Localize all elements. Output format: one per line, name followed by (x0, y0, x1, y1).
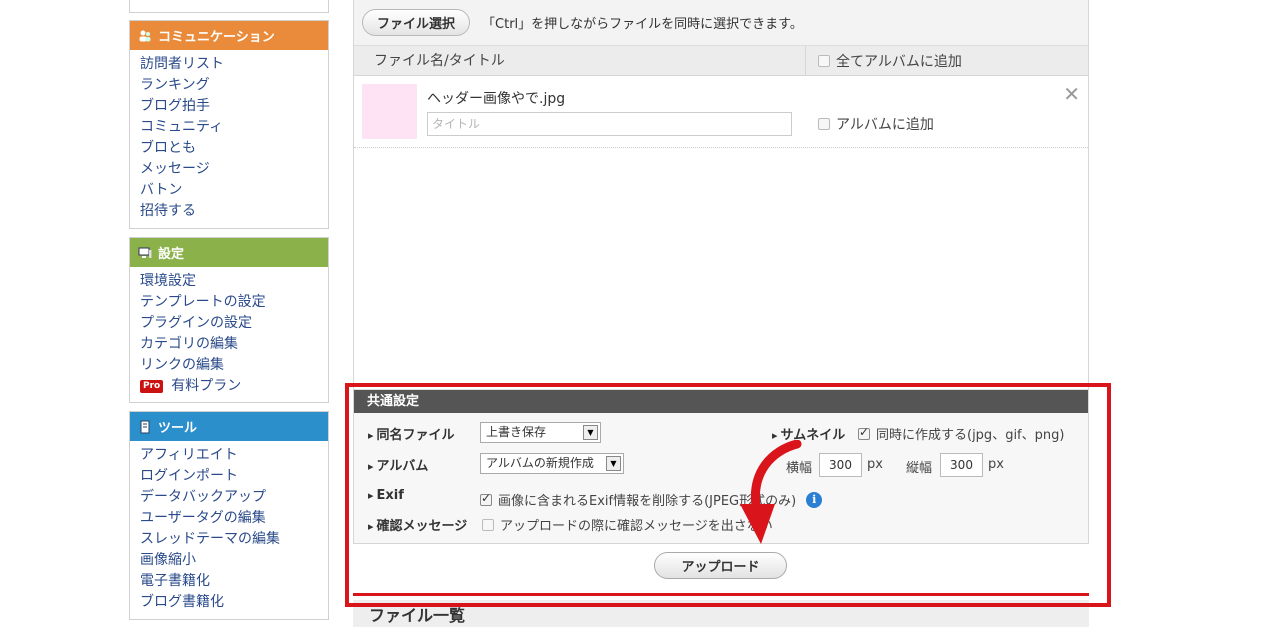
file-table-header: ファイル名/タイトル 全てアルバムに追加 (354, 45, 1088, 76)
sidebar-item-blog-clap[interactable]: ブログ拍手 (140, 96, 328, 117)
sidebar-item-log-import[interactable]: ログインポート (140, 466, 328, 487)
album-add-checkbox[interactable] (818, 118, 830, 130)
sidebar-item-template[interactable]: テンプレートの設定 (140, 292, 328, 313)
file-row: ヘッダー画像やで.jpg アルバムに追加 ✕ (354, 76, 1088, 148)
upload-button[interactable]: アップロード (654, 552, 787, 579)
sidebar-settings-header: 設定 (130, 238, 328, 267)
file-thumbnail (362, 84, 417, 139)
sidebar-item-blog-book[interactable]: ブログ書籍化 (140, 592, 328, 613)
sidebar-tools-header: ツール (130, 412, 328, 441)
album-label: アルバム (368, 455, 429, 474)
filename-column-header: ファイル名/タイトル (354, 45, 806, 76)
sidebar-item-burotomo[interactable]: ブロとも (140, 138, 328, 159)
thumbnail-option-label: 同時に作成する(jpg、gif、png) (876, 428, 1065, 443)
thumbnail-option: 同時に作成する(jpg、gif、png) (858, 424, 1064, 443)
confirm-label: 確認メッセージ (368, 515, 468, 534)
sidebar-item-environment[interactable]: 環境設定 (140, 271, 328, 292)
sidebar-tools-title: ツール (158, 421, 198, 436)
people-icon (138, 29, 152, 43)
same-name-value: 上書き保存 (486, 425, 547, 439)
curved-arrow-icon (740, 440, 802, 544)
sidebar-item-data-backup[interactable]: データバックアップ (140, 487, 328, 508)
album-all-checkbox[interactable] (818, 54, 830, 67)
album-select[interactable]: アルバムの新規作成 ▼ (480, 453, 624, 474)
album-add-label: アルバムに追加 (836, 117, 934, 133)
confirm-checkbox[interactable] (482, 518, 494, 531)
pro-badge: Pro (140, 379, 164, 393)
same-name-label: 同名ファイル (368, 424, 455, 443)
sidebar-item-plugin[interactable]: プラグインの設定 (140, 313, 328, 334)
sidebar-settings-list: 環境設定 テンプレートの設定 プラグインの設定 カテゴリの編集 リンクの編集 P… (130, 267, 328, 401)
highlight-underline (353, 593, 1089, 596)
sidebar-item-ranking[interactable]: ランキング (140, 75, 328, 96)
sidebar-item-affiliate[interactable]: アフィリエイト (140, 445, 328, 466)
album-value: アルバムの新規作成 (486, 456, 594, 470)
sidebar-item-visitors[interactable]: 訪問者リスト (140, 54, 328, 75)
sidebar-item-invite[interactable]: 招待する (140, 201, 328, 222)
file-list-title: ファイル一覧 (369, 606, 466, 625)
height-label: 縦幅 (906, 461, 933, 476)
sidebar-communication: コミュニケーション 訪問者リスト ランキング ブログ拍手 コミュニティ ブロとも… (129, 20, 329, 229)
dropdown-arrow-icon: ▼ (606, 456, 621, 471)
sidebar-communication-list: 訪問者リスト ランキング ブログ拍手 コミュニティ ブロとも メッセージ バトン… (130, 50, 328, 226)
sidebar-item-user-tags[interactable]: ユーザータグの編集 (140, 508, 328, 529)
album-all-label: 全てアルバムに追加 (836, 53, 962, 70)
height-input[interactable]: 300 (940, 453, 983, 477)
file-title-input[interactable] (427, 112, 792, 136)
file-name: ヘッダー画像やで.jpg (427, 91, 566, 107)
common-settings-header: 共通設定 (354, 390, 1088, 413)
sidebar-tools: ツール アフィリエイト ログインポート データバックアップ ユーザータグの編集 … (129, 411, 329, 620)
sidebar-item-message[interactable]: メッセージ (140, 159, 328, 180)
sidebar-tools-list: アフィリエイト ログインポート データバックアップ ユーザータグの編集 スレッド… (130, 441, 328, 617)
sidebar-item-baton[interactable]: バトン (140, 180, 328, 201)
upload-panel: ファイル選択 「Ctrl」を押しながらファイルを同時に選択できます。 ファイル名… (353, 0, 1089, 544)
confirm-option: アップロードの際に確認メッセージを出さない (482, 515, 773, 534)
remove-file-icon[interactable]: ✕ (1063, 82, 1080, 106)
dropdown-arrow-icon: ▼ (583, 425, 598, 440)
thumbnail-checkbox[interactable] (858, 425, 870, 440)
paid-plan-label: 有料プラン (171, 378, 242, 394)
sidebar-item-paid-plan[interactable]: Pro 有料プラン (140, 376, 328, 397)
album-add-option: アルバムに追加 (818, 114, 934, 134)
sidebar-communication-header: コミュニケーション (130, 21, 328, 50)
sidebar-item-category[interactable]: カテゴリの編集 (140, 334, 328, 355)
sidebar-settings-title: 設定 (158, 247, 185, 262)
width-unit: px (867, 457, 883, 472)
tool-icon (138, 420, 152, 434)
multi-select-hint: 「Ctrl」を押しながらファイルを同時に選択できます。 (482, 17, 803, 32)
sidebar-top-remnant (129, 0, 329, 13)
sidebar-item-image-shrink[interactable]: 画像縮小 (140, 550, 328, 571)
file-select-button[interactable]: ファイル選択 (362, 9, 471, 36)
exif-delete-checkbox[interactable] (480, 491, 492, 506)
exif-label: Exif (368, 488, 404, 503)
same-name-select[interactable]: 上書き保存 ▼ (480, 422, 601, 443)
sidebar-item-community[interactable]: コミュニティ (140, 117, 328, 138)
sidebar-communication-title: コミュニケーション (158, 30, 275, 45)
width-input[interactable]: 300 (819, 453, 862, 477)
sidebar-item-thread-theme[interactable]: スレッドテーマの編集 (140, 529, 328, 550)
height-unit: px (988, 457, 1004, 472)
sidebar-item-ebook[interactable]: 電子書籍化 (140, 571, 328, 592)
common-settings: 共通設定 同名ファイル 上書き保存 ▼ アルバム アルバムの新規作成 ▼ Exi… (354, 389, 1088, 543)
sidebar-item-links[interactable]: リンクの編集 (140, 355, 328, 376)
album-all-header: 全てアルバムに追加 (806, 51, 962, 71)
upload-toolbar: ファイル選択 「Ctrl」を押しながらファイルを同時に選択できます。 (354, 0, 1088, 46)
confirm-option-label: アップロードの際に確認メッセージを出さない (500, 519, 773, 534)
sidebar-settings: 設定 環境設定 テンプレートの設定 プラグインの設定 カテゴリの編集 リンクの編… (129, 237, 329, 403)
monitor-icon (138, 246, 152, 260)
